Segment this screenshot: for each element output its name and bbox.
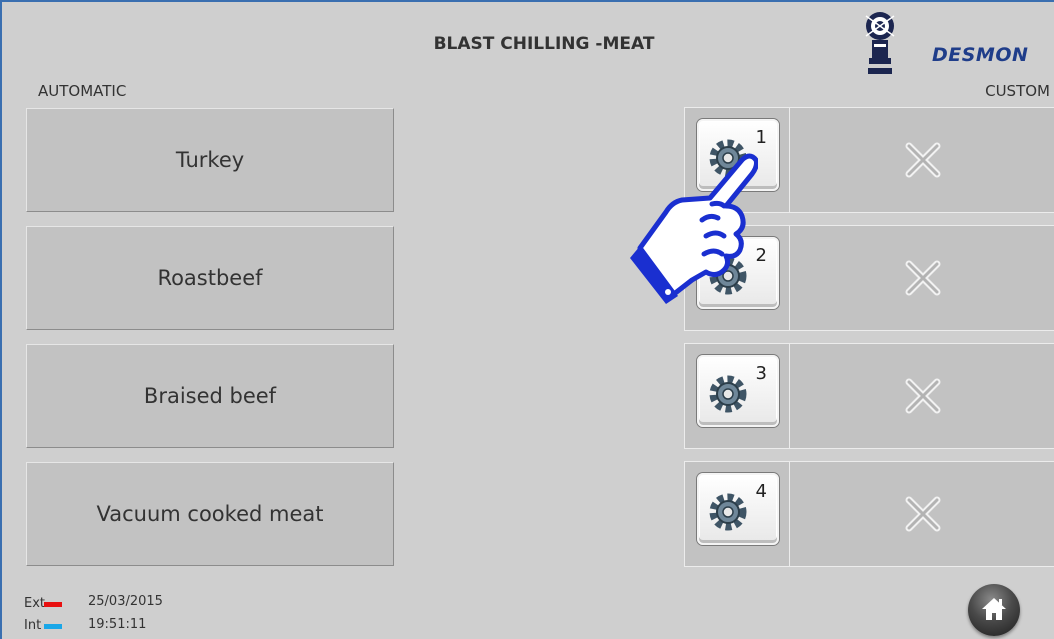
int-indicator: Int	[24, 618, 62, 633]
custom-program-number: 4	[755, 481, 767, 502]
home-icon	[982, 598, 1006, 620]
home-button[interactable]	[968, 584, 1020, 636]
ext-indicator: Ext	[24, 596, 62, 611]
ext-label: Ext	[24, 596, 46, 611]
x-icon	[905, 260, 941, 296]
recipe-label: Braised beef	[143, 384, 277, 408]
custom-program-status-3[interactable]	[791, 344, 1054, 448]
recipe-label: Turkey	[175, 148, 245, 172]
custom-program-status-2[interactable]	[791, 226, 1054, 330]
brand-name: DESMON	[932, 44, 1029, 66]
x-icon	[905, 378, 941, 414]
recipe-label: Roastbeef	[157, 266, 263, 290]
int-color-swatch	[44, 624, 62, 629]
recipe-button-vacuum-cooked-meat[interactable]: Vacuum cooked meat	[26, 462, 394, 566]
x-icon	[905, 142, 941, 178]
custom-program-status-4[interactable]	[791, 462, 1054, 566]
divider	[789, 344, 790, 448]
int-label: Int	[24, 618, 42, 633]
recipe-button-roastbeef[interactable]: Roastbeef	[26, 226, 394, 330]
custom-label: CUSTOM	[985, 82, 1050, 100]
custom-program-number: 3	[755, 363, 767, 384]
gear-icon	[709, 493, 747, 531]
gear-icon	[709, 375, 747, 413]
brand-logo: DESMON	[860, 10, 1054, 90]
custom-program-row-4: 4	[684, 461, 1054, 567]
mascot-icon	[865, 12, 895, 74]
divider	[789, 108, 790, 212]
recipe-label: Vacuum cooked meat	[96, 502, 324, 526]
custom-program-button-4[interactable]: 4	[697, 473, 779, 545]
pointing-hand-icon	[630, 153, 758, 304]
recipe-button-turkey[interactable]: Turkey	[26, 108, 394, 212]
automatic-label: AUTOMATIC	[38, 82, 127, 100]
time-display: 19:51:11	[88, 617, 147, 632]
x-icon	[905, 496, 941, 532]
custom-program-button-3[interactable]: 3	[697, 355, 779, 427]
date-display: 25/03/2015	[88, 594, 163, 609]
divider	[789, 226, 790, 330]
divider	[789, 462, 790, 566]
recipe-button-braised-beef[interactable]: Braised beef	[26, 344, 394, 448]
custom-program-row-3: 3	[684, 343, 1054, 449]
ext-color-swatch	[44, 602, 62, 607]
custom-program-status-1[interactable]	[791, 108, 1054, 212]
